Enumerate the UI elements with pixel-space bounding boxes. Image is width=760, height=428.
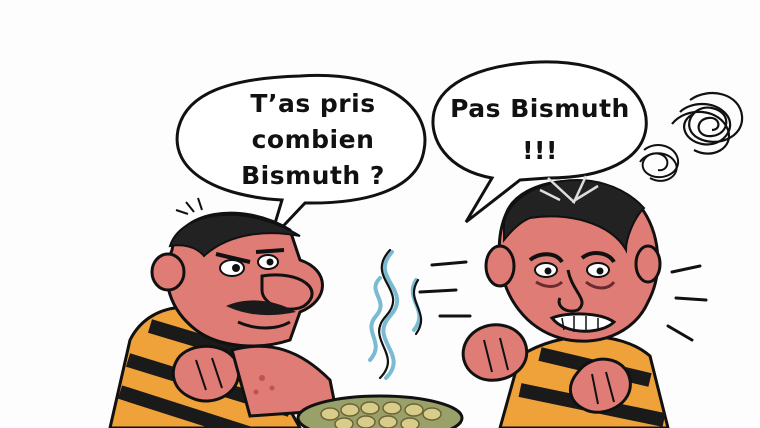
bubble-left-line-1: T’as pris xyxy=(250,89,376,118)
speech-bubble-right-text: Pas Bismuth !!! xyxy=(440,88,640,172)
bubble-right-line-2: !!! xyxy=(522,136,558,165)
right-character xyxy=(461,175,670,428)
bowl-of-beans xyxy=(296,394,464,428)
bubble-right-line-1: Pas Bismuth xyxy=(450,94,630,123)
cartoon-illustration xyxy=(108,60,744,428)
bubble-left-line-3: Bismuth ? xyxy=(241,161,385,190)
cartoon-scene: T’as pris combien Bismuth ? Pas Bismuth … xyxy=(0,0,760,428)
bubble-left-line-2: combien xyxy=(251,125,375,154)
speech-bubble-left-text: T’as pris combien Bismuth ? xyxy=(218,86,408,194)
anger-scribble-small-icon xyxy=(639,144,680,182)
steam-icon xyxy=(368,250,422,380)
anger-scribble-icon xyxy=(671,91,744,155)
left-character xyxy=(108,197,338,428)
